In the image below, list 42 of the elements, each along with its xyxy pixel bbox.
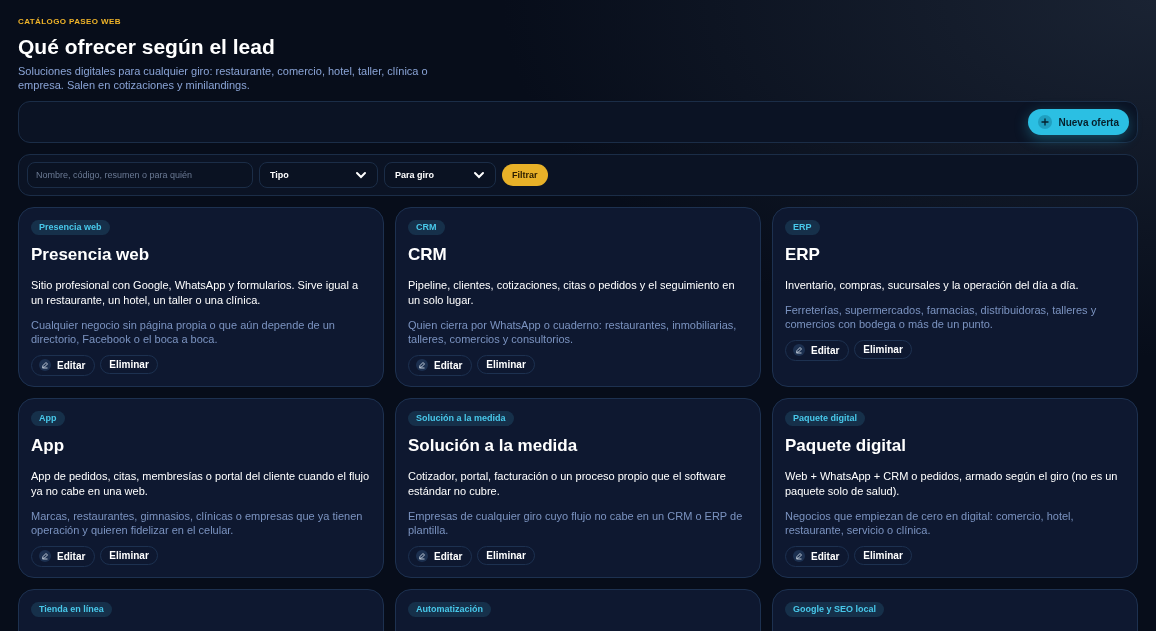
card-summary: Web + WhatsApp + CRM o pedidos, armado según el giro (no es un paquete solo de salud). [785, 468, 1119, 499]
card-summary: Sitio profesional con Google, WhatsApp y formularios. Sirve igual a un restaurante, un hotel, un taller o una clínica. [31, 277, 360, 308]
card-audience: Empresas de cualquier giro cuyo flujo no cabe en un CRM o ERP de plantilla. [408, 508, 744, 537]
pencil-icon [416, 550, 428, 562]
card-audience: Ferreterías, supermercados, farmacias, distribuidoras, talleres y comercios con bodega o más de un punto. [785, 302, 1098, 331]
pencil-icon [793, 550, 805, 562]
card-audience: Negocios que empiezan de cero en digital: comercio, hotel, restaurante, servicio o clínica. [785, 508, 1075, 537]
category-tag: Paquete digital [785, 411, 865, 427]
card-audience: Quien cierra por WhatsApp o cuaderno: restaurantes, inmobiliarias, talleres, comercios y consultorios. [408, 317, 738, 346]
type-select[interactable]: Tipo [259, 162, 378, 189]
page-title: Qué ofrecer según el lead [18, 34, 276, 60]
pencil-icon [39, 359, 51, 371]
category-tag: Presencia web [31, 220, 110, 236]
category-tag: CRM [408, 220, 445, 236]
pencil-icon [39, 550, 51, 562]
card-title: Paquete digital [785, 435, 907, 457]
pencil-icon [793, 344, 805, 356]
category-tag: App [31, 411, 65, 427]
plus-icon [1038, 115, 1053, 130]
search-field[interactable]: Nombre, código, resumen o para quién [27, 162, 253, 189]
card-summary: Inventario, compras, sucursales y la operación del día a día. [785, 277, 1080, 293]
card-summary: Cotizador, portal, facturación o un proceso propio que el software estándar no cubre. [408, 468, 727, 499]
industry-select[interactable]: Para giro [384, 162, 496, 189]
card-title: App [31, 435, 66, 457]
category-tag: ERP [785, 220, 820, 236]
card-audience: Cualquier negocio sin página propia o que aún depende de un directorio, Facebook o el boca a boca. [31, 317, 336, 346]
card-title: Solución a la medida [408, 435, 579, 457]
category-tag: Tienda en línea [31, 602, 112, 618]
card-summary: App de pedidos, citas, membresías o portal del cliente cuando el flujo ya no cabe en una web. [31, 468, 371, 499]
card-summary: Pipeline, clientes, cotizaciones, citas o pedidos y el seguimiento en un solo lugar. [408, 277, 736, 308]
card-title: CRM [408, 244, 448, 266]
category-tag: Google y SEO local [785, 602, 885, 618]
filter-button[interactable]: Filtrar [502, 164, 548, 187]
category-tag: Automatización [408, 602, 491, 618]
card-title: Presencia web [31, 244, 151, 266]
page-subtitle: Soluciones digitales para cualquier giro: restaurante, comercio, hotel, taller, clínica o empresa. Salen en cotizaciones y minilandings. [18, 64, 429, 93]
pencil-icon [416, 359, 428, 371]
card-title: ERP [785, 244, 821, 266]
eyebrow-label: CATÁLOGO PASEO WEB [18, 16, 122, 28]
card-audience: Marcas, restaurantes, gimnasios, clínicas o empresas que ya tienen operación y quieren fidelizar en el celular. [31, 508, 364, 537]
category-tag: Solución a la medida [408, 411, 514, 427]
new-offer-button[interactable]: Nueva oferta [1028, 109, 1129, 136]
